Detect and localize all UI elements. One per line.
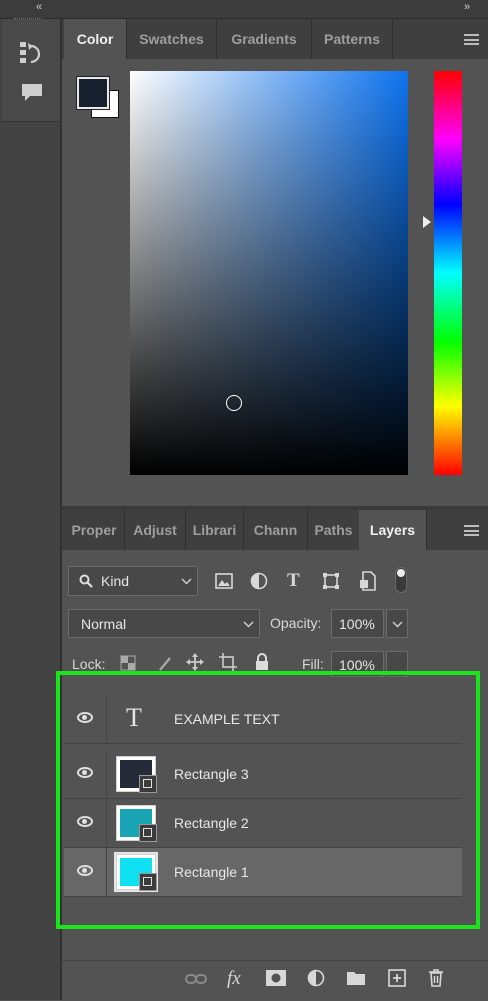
comment-icon[interactable]	[21, 83, 43, 103]
text-layer-icon: T	[126, 703, 142, 732]
link-icon[interactable]	[185, 972, 207, 986]
row-divider	[106, 695, 107, 743]
foreground-color-swatch[interactable]	[77, 77, 109, 109]
collapse-left-icon[interactable]: «	[36, 1, 42, 13]
tab-channels[interactable]: Chann	[244, 510, 308, 550]
opacity-input[interactable]: 100%	[331, 609, 384, 638]
tab-properties[interactable]: Proper	[64, 510, 125, 550]
shape-badge-icon	[139, 824, 157, 842]
chevron-down-icon	[392, 621, 403, 628]
visibility-eye-icon[interactable]	[77, 767, 93, 778]
tab-adjustments[interactable]: Adjust	[125, 510, 186, 550]
layer-thumbnail	[116, 854, 157, 891]
left-dock-panel	[2, 19, 60, 122]
blend-mode-value: Normal	[81, 616, 127, 632]
shape-badge-icon	[139, 775, 157, 793]
collapse-right-icon[interactable]: »	[464, 1, 470, 13]
trash-icon[interactable]	[428, 969, 444, 987]
filter-adjustment-icon[interactable]	[250, 572, 268, 590]
blend-mode-select[interactable]: Normal	[68, 609, 260, 638]
chevron-down-icon	[181, 578, 192, 585]
fx-icon[interactable]: fx	[227, 968, 241, 990]
tab-layers[interactable]: Layers	[359, 510, 427, 550]
tab-color[interactable]: Color	[64, 19, 127, 59]
filter-type-icon[interactable]: T	[287, 570, 300, 592]
panel-top-strip	[0, 0, 488, 19]
tab-paths[interactable]: Paths	[308, 510, 360, 550]
filter-toggle[interactable]	[395, 567, 407, 593]
filter-smart-object-icon[interactable]	[359, 571, 377, 591]
tab-swatches[interactable]: Swatches	[127, 19, 217, 59]
color-panel-tabbar: Color Swatches Gradients Patterns	[62, 19, 488, 59]
layer-row-rectangle-2[interactable]: Rectangle 2	[64, 799, 462, 848]
fill-input[interactable]: 100%	[331, 651, 384, 677]
new-layer-icon[interactable]	[388, 969, 406, 987]
tab-libraries[interactable]: Librari	[186, 510, 244, 550]
filter-pixel-icon[interactable]	[215, 573, 233, 589]
hue-slider[interactable]	[434, 71, 462, 475]
group-folder-icon[interactable]	[346, 970, 366, 986]
opacity-label: Opacity:	[270, 615, 322, 631]
visibility-eye-icon[interactable]	[77, 865, 93, 876]
chevron-down-icon	[243, 621, 254, 628]
lock-transparent-pixels-icon[interactable]	[120, 655, 136, 671]
fill-value: 100%	[339, 657, 375, 673]
lock-image-pixels-icon[interactable]	[157, 655, 173, 671]
mask-icon[interactable]	[266, 970, 286, 986]
row-divider	[106, 750, 107, 798]
visibility-eye-icon[interactable]	[77, 816, 93, 827]
layers-panel-menu-icon[interactable]	[464, 525, 479, 536]
filter-kind-select[interactable]: Kind	[68, 566, 198, 596]
search-icon	[79, 574, 93, 588]
opacity-dropdown-button[interactable]	[386, 609, 408, 638]
tab-patterns[interactable]: Patterns	[312, 19, 393, 59]
layer-thumbnail	[116, 756, 157, 793]
layers-panel-tabbar: Proper Adjust Librari Chann Paths Layers	[62, 510, 488, 550]
lock-position-icon[interactable]	[186, 653, 204, 671]
adjustment-icon[interactable]	[307, 969, 325, 987]
history-icon[interactable]	[18, 40, 44, 66]
lock-label: Lock:	[72, 656, 106, 672]
color-panel-menu-icon[interactable]	[464, 34, 479, 45]
visibility-eye-icon[interactable]	[77, 712, 93, 723]
left-dock	[0, 19, 62, 1000]
lock-artboard-icon[interactable]	[219, 653, 237, 671]
layer-row-rectangle-3[interactable]: Rectangle 3	[64, 750, 462, 799]
tab-gradients[interactable]: Gradients	[217, 19, 312, 59]
lock-all-icon[interactable]	[254, 653, 270, 671]
color-field[interactable]	[130, 71, 408, 475]
filter-kind-label: Kind	[101, 573, 130, 589]
fill-dropdown-button[interactable]	[386, 651, 408, 677]
shape-badge-icon	[139, 873, 157, 891]
fill-label: Fill:	[302, 656, 324, 672]
row-divider	[106, 848, 107, 896]
layer-row-rectangle-1[interactable]: Rectangle 1	[64, 848, 462, 897]
row-divider	[106, 799, 107, 847]
layer-thumbnail	[116, 805, 157, 842]
hue-slider-handle[interactable]	[423, 216, 431, 228]
opacity-value: 100%	[339, 616, 375, 632]
filter-shape-icon[interactable]	[322, 572, 340, 590]
color-picker-cursor[interactable]	[226, 395, 242, 411]
layer-row-example-text[interactable]: T EXAMPLE TEXT	[64, 695, 462, 744]
layer-name: EXAMPLE TEXT	[174, 711, 280, 727]
layer-name: Rectangle 3	[174, 766, 249, 782]
layer-name: Rectangle 1	[174, 864, 249, 880]
layer-name: Rectangle 2	[174, 815, 249, 831]
